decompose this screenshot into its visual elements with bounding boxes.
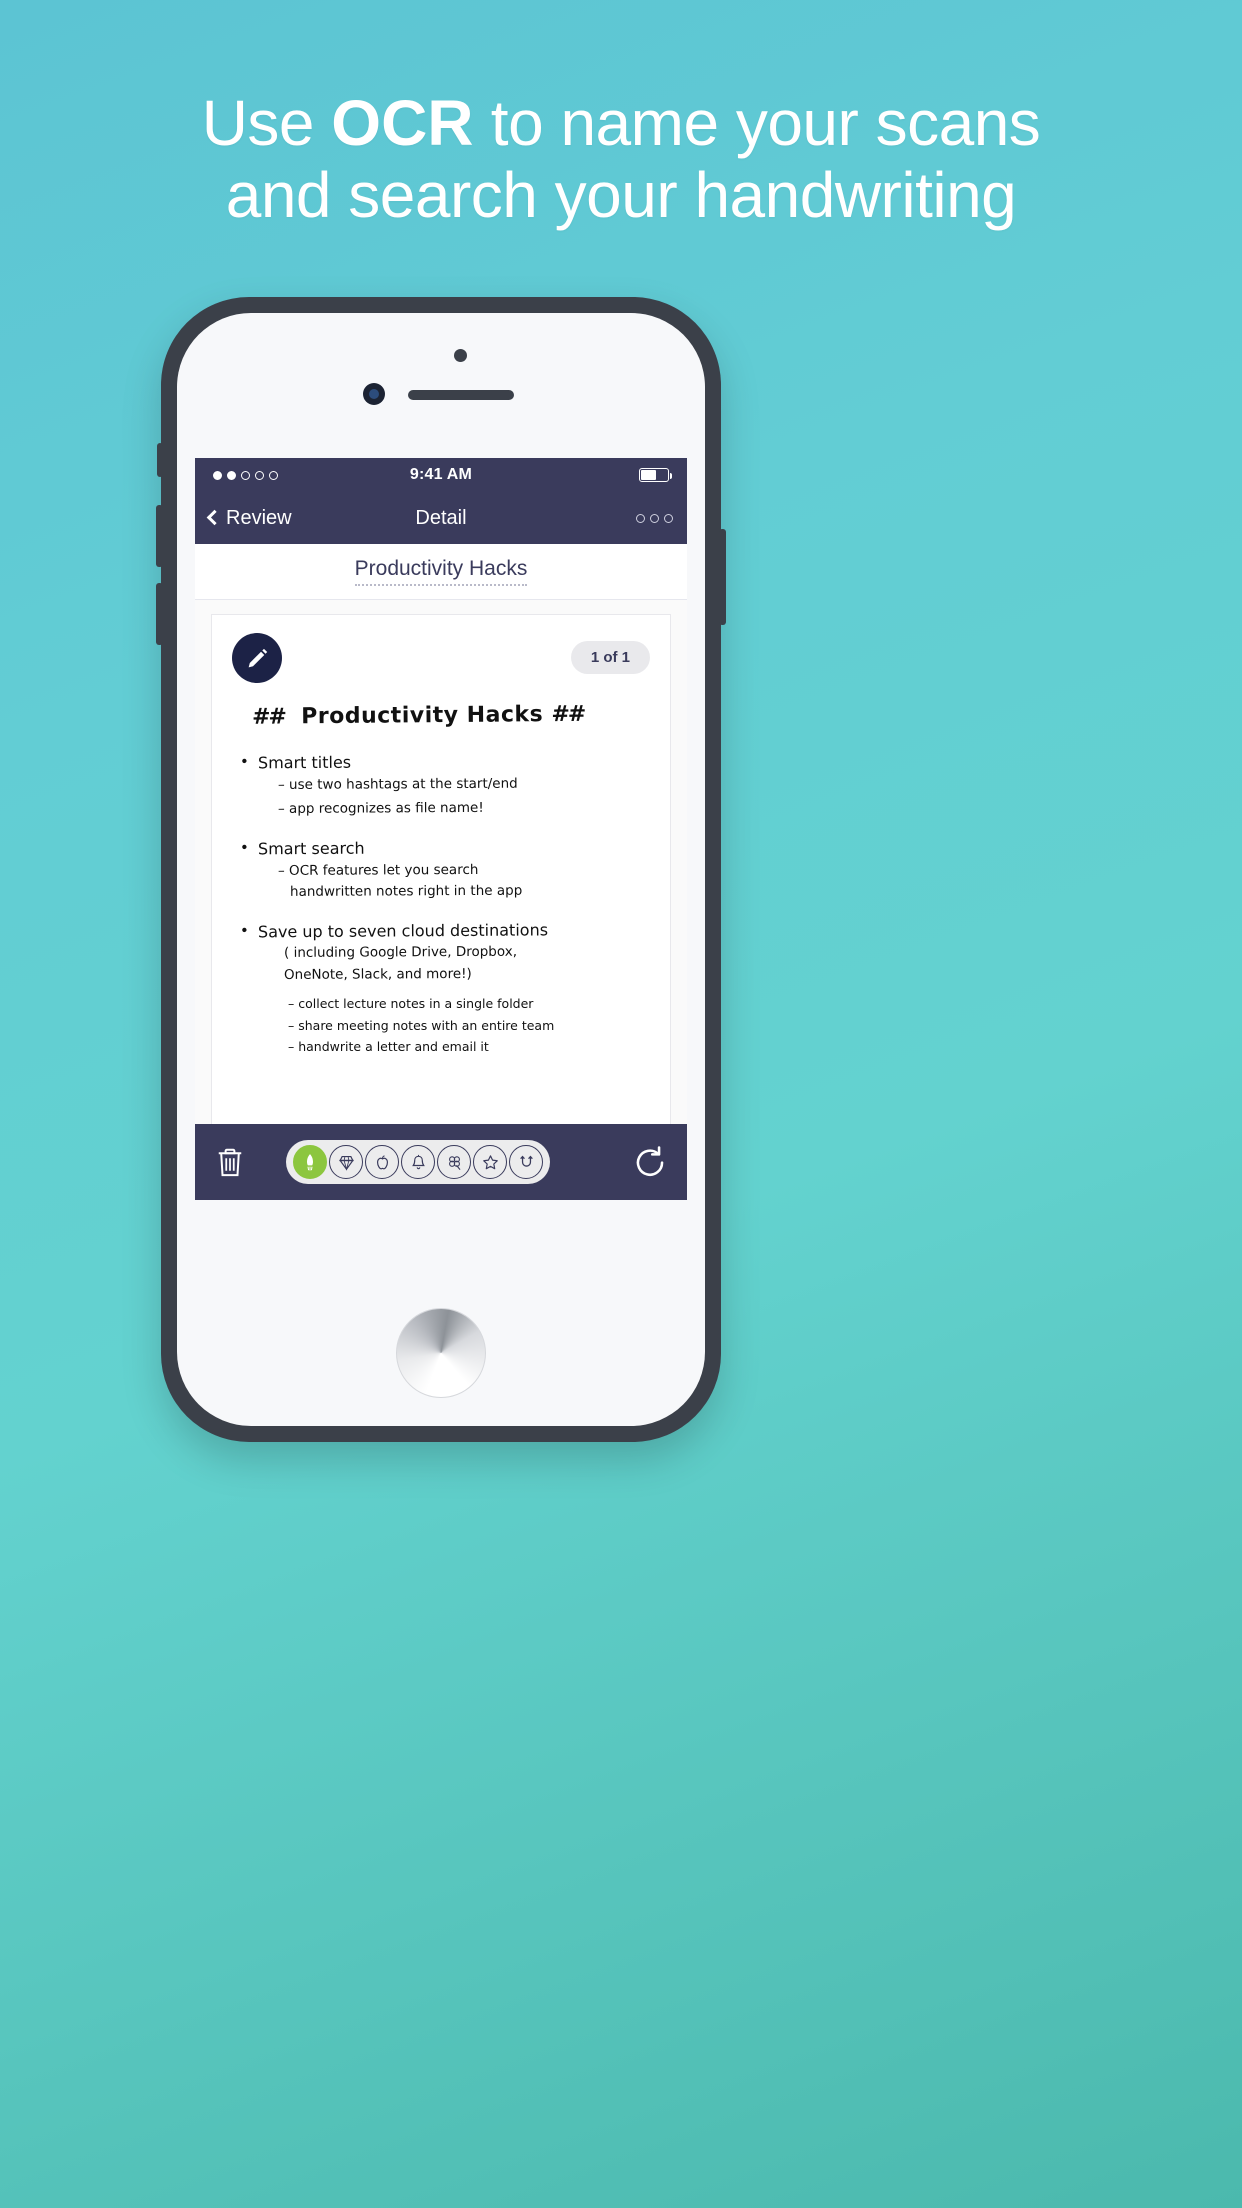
- chevron-left-icon: [206, 509, 223, 526]
- note-subline: – use two hashtags at the start/end: [277, 775, 518, 793]
- page-count-badge: 1 of 1: [570, 641, 650, 674]
- volume-down-button[interactable]: [156, 583, 163, 645]
- note-heading: ## Productivity Hacks ##: [251, 701, 648, 730]
- note-bullet: Smart search: [258, 836, 648, 858]
- headline-line1-post: to name your scans: [473, 87, 1041, 159]
- tag-selector[interactable]: [286, 1140, 551, 1184]
- note-subline: handwritten notes right in the app: [289, 882, 523, 900]
- back-button-label: Review: [226, 506, 292, 529]
- headline-line1-pre: Use: [201, 87, 332, 159]
- silent-switch[interactable]: [157, 443, 163, 477]
- tag-star-icon[interactable]: [473, 1145, 508, 1179]
- status-bar-clock: 9:41 AM: [409, 466, 473, 483]
- note-block: Smart search – OCR features let you sear…: [234, 838, 648, 902]
- scanned-page[interactable]: 1 of 1 ## Productivity Hacks ## Smart ti…: [211, 614, 671, 1144]
- trash-icon[interactable]: [215, 1145, 245, 1179]
- page-viewer[interactable]: 1 of 1 ## Productivity Hacks ## Smart ti…: [195, 600, 687, 1158]
- note-heading-text: Productivity Hacks: [301, 702, 544, 730]
- power-button[interactable]: [719, 529, 726, 625]
- note-subline: – OCR features let you search: [277, 861, 479, 879]
- tag-rocket-icon[interactable]: [293, 1145, 328, 1179]
- earpiece-speaker: [408, 390, 514, 400]
- document-title-field[interactable]: Productivity Hacks: [354, 557, 528, 586]
- note-subline: – app recognizes as file name!: [277, 799, 484, 817]
- note-heading-hash-left: ##: [251, 704, 285, 730]
- note-tight-line: – share meeting notes with an entire tea…: [288, 1017, 555, 1033]
- tag-apple-icon[interactable]: [365, 1145, 400, 1179]
- document-title-bar: Productivity Hacks: [195, 544, 687, 600]
- bottom-toolbar: [195, 1124, 687, 1200]
- nav-bar: Review Detail: [195, 492, 687, 544]
- headline-line-2: and search your handwriting: [225, 158, 1017, 231]
- battery-icon: [639, 468, 672, 482]
- headline-ocr-emphasis: OCR: [331, 87, 474, 159]
- note-heading-hash-right: ##: [551, 701, 585, 728]
- back-button[interactable]: Review: [206, 506, 292, 530]
- edit-button[interactable]: [232, 633, 282, 683]
- note-tight-line: – collect lecture notes in a single fold…: [288, 996, 534, 1012]
- volume-up-button[interactable]: [156, 505, 163, 567]
- headline: Use OCR to name your scans and search yo…: [0, 87, 1242, 231]
- app-screen: 9:41 AM Review Detail Productivity Hacks: [195, 458, 687, 1200]
- tag-bell-icon[interactable]: [401, 1145, 436, 1179]
- phone-screen-bezel: 9:41 AM Review Detail Productivity Hacks: [177, 313, 705, 1426]
- note-block: Save up to seven cloud destinations ( in…: [234, 919, 648, 1058]
- tag-diamond-icon[interactable]: [329, 1145, 364, 1179]
- note-tight-line: – handwrite a letter and email it: [288, 1039, 489, 1055]
- front-camera-icon: [454, 349, 467, 362]
- note-bullet: Smart titles: [258, 751, 648, 773]
- headline-line-1: Use OCR to name your scans: [0, 87, 1242, 160]
- note-block: Smart titles – use two hashtags at the s…: [234, 752, 648, 819]
- tag-clover-icon[interactable]: [437, 1145, 472, 1179]
- pencil-icon: [248, 648, 267, 667]
- note-bullet: Save up to seven cloud destinations: [258, 919, 648, 941]
- handwritten-note: ## Productivity Hacks ## Smart titles – …: [212, 701, 670, 1077]
- status-bar: 9:41 AM: [195, 458, 687, 492]
- proximity-sensor-icon: [363, 383, 385, 405]
- note-paren-line: OneNote, Slack, and more!): [283, 965, 472, 983]
- tag-loop-icon[interactable]: [509, 1145, 544, 1179]
- note-paren-line: ( including Google Drive, Dropbox,: [283, 943, 518, 961]
- rotate-left-icon[interactable]: [633, 1145, 667, 1179]
- phone-device: 9:41 AM Review Detail Productivity Hacks: [156, 297, 726, 1442]
- more-options-button[interactable]: [636, 513, 673, 523]
- home-button[interactable]: [396, 1308, 486, 1398]
